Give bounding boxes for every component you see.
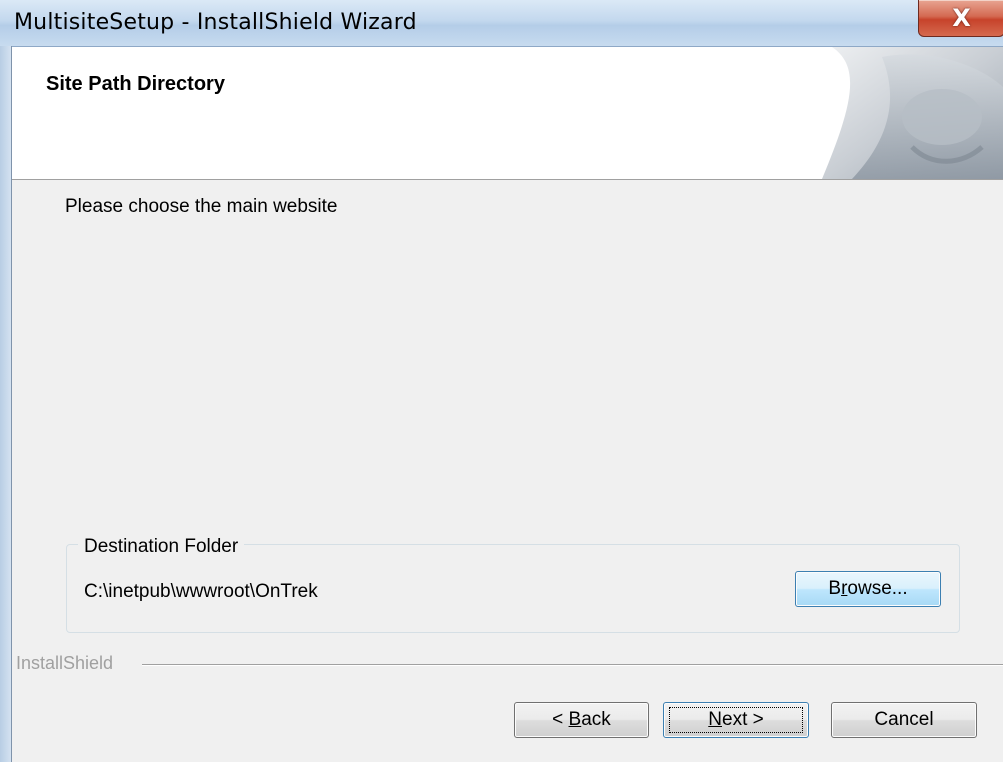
header-banner: Site Path Directory: [12, 47, 1003, 180]
window-frame-left: [0, 46, 12, 762]
divider-line: [142, 664, 1003, 666]
focus-rectangle: Next >: [669, 707, 803, 733]
installshield-divider: InstallShield: [12, 653, 1003, 675]
close-icon: X: [952, 4, 971, 32]
browse-label-pre: B: [828, 578, 842, 599]
browse-button[interactable]: Browse...: [795, 571, 941, 607]
back-label-accel: B: [568, 709, 582, 730]
back-label-prefix: <: [552, 709, 569, 730]
browse-label-post: owse...: [847, 578, 908, 599]
page-title: Site Path Directory: [46, 73, 225, 95]
next-button[interactable]: Next >: [663, 702, 809, 738]
instruction-text: Please choose the main website: [65, 196, 338, 217]
installshield-brand: InstallShield: [16, 653, 122, 674]
next-label-accel: N: [708, 709, 722, 730]
cancel-button[interactable]: Cancel: [831, 702, 977, 738]
installer-window: MultisiteSetup - InstallShield Wizard X …: [0, 0, 1003, 762]
window-title: MultisiteSetup - InstallShield Wizard: [14, 10, 417, 35]
destination-folder-label: Destination Folder: [78, 536, 245, 558]
destination-path: C:\inetpub\wwwroot\OnTrek: [84, 581, 318, 602]
next-label-rest: ext >: [722, 709, 764, 730]
close-button[interactable]: X: [918, 0, 1003, 37]
back-button[interactable]: < Back: [514, 702, 649, 738]
title-bar[interactable]: MultisiteSetup - InstallShield Wizard X: [0, 0, 1003, 47]
back-label-rest: ack: [581, 709, 611, 730]
installshield-graphic-icon: [822, 47, 1003, 179]
